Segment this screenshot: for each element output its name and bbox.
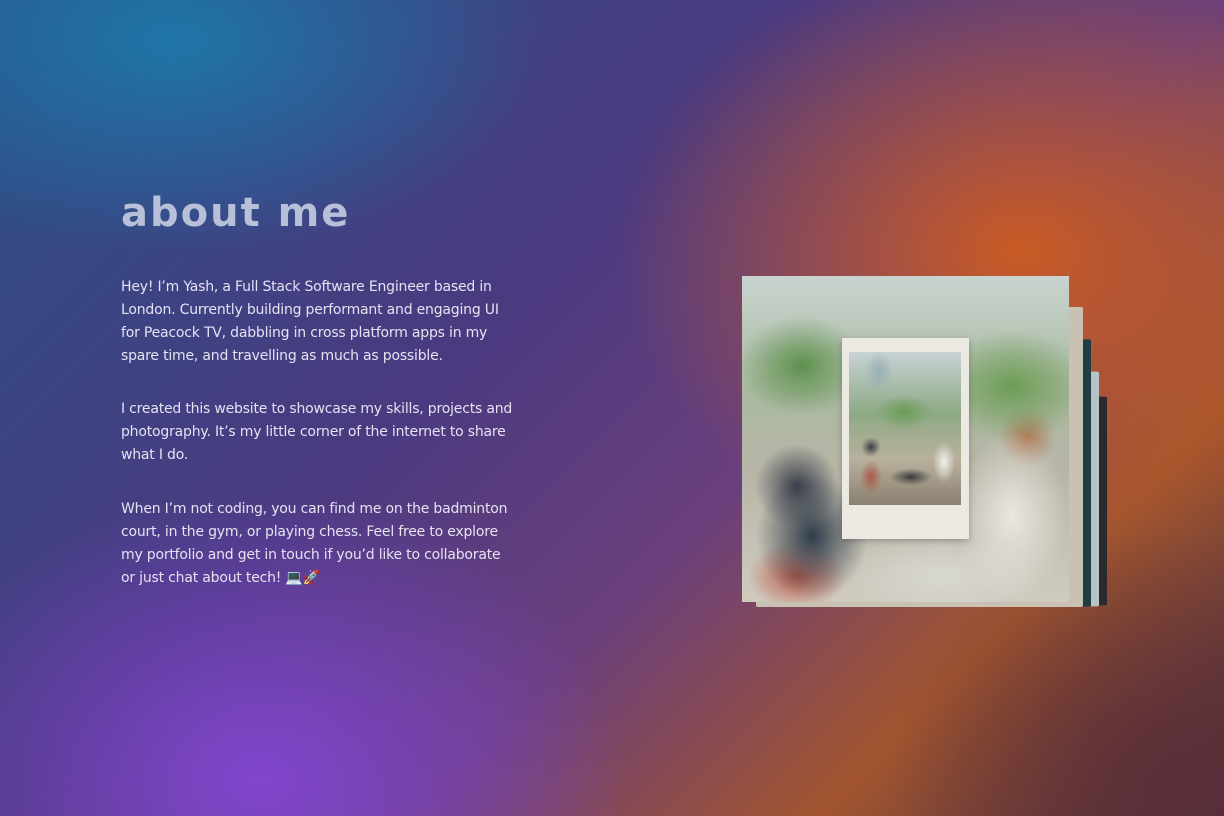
bio-paragraph-intro: Hey! I’m Yash, a Full Stack Software Eng… [121,279,499,364]
about-section: about me Hey! I’m Yash, a Full Stack Sof… [0,0,1224,816]
chess-photo[interactable] [742,276,1069,602]
bio-paragraph-website: I created this website to showcase my sk… [121,401,513,463]
polaroid-frame [842,338,969,539]
page-title: about me [121,190,351,236]
bio-paragraph-hobbies: When I’m not coding, you can find me on … [121,501,508,586]
polaroid-photo [849,352,961,505]
photo-stack[interactable] [742,276,1122,607]
